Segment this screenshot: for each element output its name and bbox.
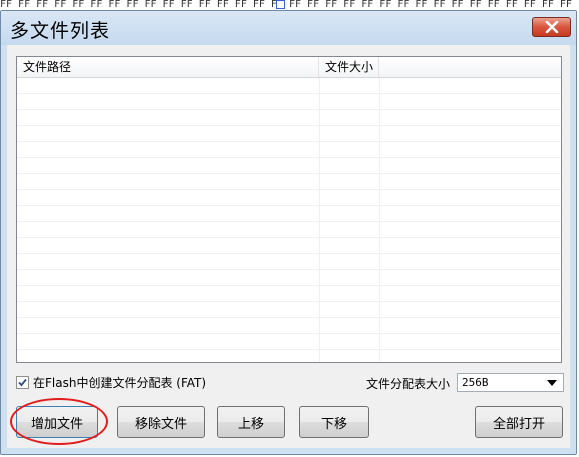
column-header-empty[interactable] bbox=[379, 57, 561, 77]
list-row bbox=[17, 270, 561, 286]
file-list-header: 文件路径 文件大小 bbox=[17, 57, 561, 78]
column-header-file-path[interactable]: 文件路径 bbox=[17, 57, 319, 77]
close-icon bbox=[545, 21, 559, 33]
move-down-button[interactable]: 下移 bbox=[299, 406, 369, 438]
list-row bbox=[17, 302, 561, 318]
dialog-window: 多文件列表 文件路径 文件大小 在Flash中创建文件分配表 (FAT) 文件分… bbox=[0, 10, 577, 455]
column-divider bbox=[379, 78, 380, 362]
list-row bbox=[17, 238, 561, 254]
list-row bbox=[17, 350, 561, 362]
background-cursor bbox=[276, 0, 285, 9]
title-bar[interactable]: 多文件列表 bbox=[1, 11, 576, 45]
list-row bbox=[17, 206, 561, 222]
move-up-button[interactable]: 上移 bbox=[217, 406, 285, 438]
file-list-body[interactable] bbox=[17, 78, 561, 362]
list-row bbox=[17, 78, 561, 94]
list-row bbox=[17, 158, 561, 174]
list-row bbox=[17, 110, 561, 126]
list-row bbox=[17, 190, 561, 206]
create-fat-checkbox[interactable] bbox=[16, 375, 29, 389]
list-row bbox=[17, 254, 561, 270]
close-button[interactable] bbox=[532, 17, 571, 37]
list-row bbox=[17, 318, 561, 334]
remove-file-button[interactable]: 移除文件 bbox=[117, 406, 205, 438]
fat-size-select[interactable]: 256B bbox=[457, 373, 564, 392]
dropdown-arrow-icon[interactable] bbox=[547, 380, 557, 386]
list-row bbox=[17, 334, 561, 350]
list-row bbox=[17, 222, 561, 238]
column-header-file-size[interactable]: 文件大小 bbox=[319, 57, 379, 77]
column-divider bbox=[319, 78, 320, 362]
fat-size-value: 256B bbox=[462, 376, 489, 389]
create-fat-option[interactable]: 在Flash中创建文件分配表 (FAT) bbox=[16, 373, 206, 391]
create-fat-label: 在Flash中创建文件分配表 (FAT) bbox=[33, 375, 207, 390]
list-row bbox=[17, 174, 561, 190]
window-title: 多文件列表 bbox=[10, 20, 111, 42]
dialog-client-area: 文件路径 文件大小 在Flash中创建文件分配表 (FAT) 文件分配表大小 2… bbox=[7, 45, 570, 448]
fat-size-label: 文件分配表大小 bbox=[366, 377, 451, 391]
add-file-button[interactable]: 增加文件 bbox=[16, 406, 98, 438]
list-row bbox=[17, 94, 561, 110]
file-list[interactable]: 文件路径 文件大小 bbox=[16, 56, 562, 363]
open-all-button[interactable]: 全部打开 bbox=[475, 406, 563, 438]
list-row bbox=[17, 286, 561, 302]
checkmark-icon bbox=[18, 378, 27, 386]
list-row bbox=[17, 126, 561, 142]
list-row bbox=[17, 142, 561, 158]
